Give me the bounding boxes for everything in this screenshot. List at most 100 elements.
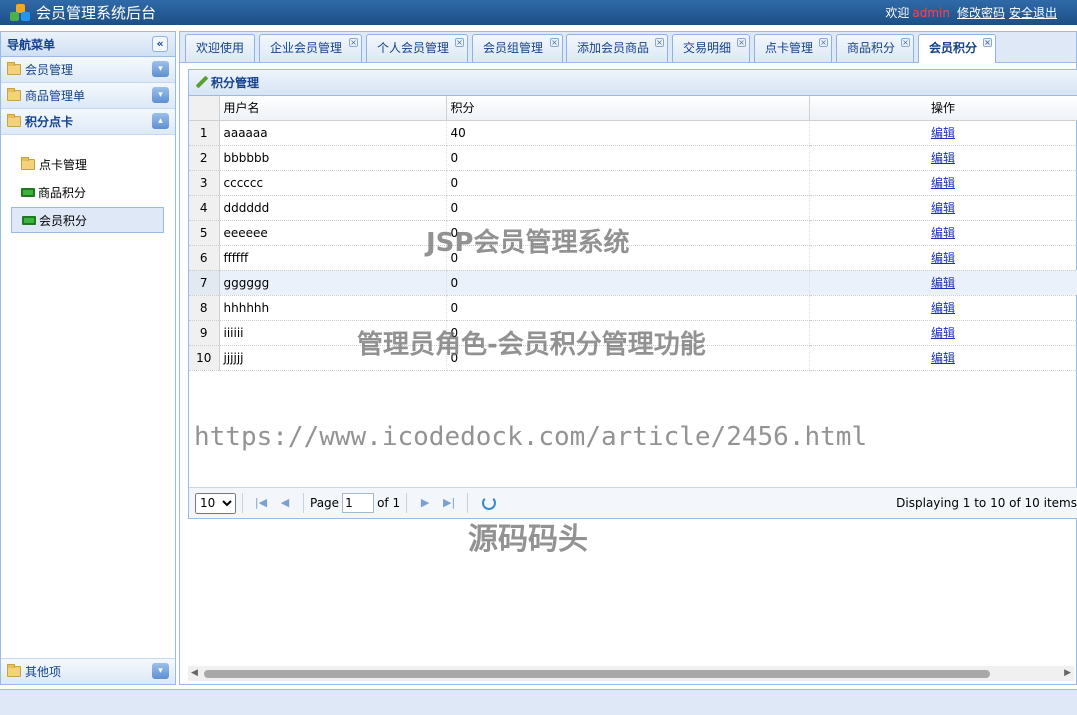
row-number-header — [189, 96, 220, 121]
table-row[interactable]: 6 ffffff 0 编辑 — [189, 245, 1077, 271]
nav-section-label: 其他项 — [25, 665, 62, 679]
nav-section-product-management[interactable]: 商品管理单 ▾ — [1, 83, 175, 109]
panel-title: 积分管理 — [189, 70, 1077, 96]
scrollbar-thumb[interactable] — [204, 670, 990, 678]
display-info: Displaying 1 to 10 of 10 items — [896, 496, 1077, 510]
nav-section-member-management[interactable]: 会员管理 ▾ — [1, 57, 175, 83]
collapse-nav-icon[interactable]: « — [152, 36, 168, 52]
row-number: 8 — [189, 295, 220, 321]
tab-label: 商品积分 — [847, 41, 896, 55]
action-cell: 编辑 — [809, 295, 1077, 321]
first-page-icon[interactable]: |◀ — [253, 495, 269, 511]
sidebar-item-label: 商品积分 — [38, 185, 87, 200]
table-row[interactable]: 7 gggggg 0 编辑 — [189, 270, 1077, 296]
edit-link[interactable]: 编辑 — [931, 276, 955, 290]
tab-product-points[interactable]: 商品积分 × — [836, 34, 914, 62]
tab-add-member-product[interactable]: 添加会员商品 × — [566, 34, 668, 62]
row-number: 6 — [189, 245, 220, 271]
row-number: 1 — [189, 120, 220, 146]
expand-icon[interactable]: ▾ — [152, 61, 169, 77]
folder-icon — [7, 62, 21, 75]
points-cell: 0 — [446, 270, 810, 296]
tab-card-management[interactable]: 点卡管理 × — [754, 34, 832, 62]
watermark-subtitle: 管理员角色-会员积分管理功能 — [357, 330, 706, 360]
column-header-username[interactable]: 用户名 — [219, 96, 447, 121]
page-size-select[interactable]: 10 — [195, 492, 236, 514]
status-bar — [0, 689, 1077, 715]
edit-link[interactable]: 编辑 — [931, 301, 955, 315]
close-tab-icon[interactable]: × — [655, 38, 664, 47]
expand-icon[interactable]: ▾ — [152, 87, 169, 103]
tab-member-points[interactable]: 会员积分 × — [918, 34, 996, 63]
username-text: admin — [912, 6, 950, 20]
close-tab-icon[interactable]: × — [550, 38, 559, 47]
column-header-points[interactable]: 积分 — [446, 96, 810, 121]
card-icon — [22, 215, 36, 225]
row-number: 5 — [189, 220, 220, 246]
refresh-icon[interactable] — [482, 496, 497, 510]
nav-section-points-cards[interactable]: 积分点卡 ▴ — [1, 109, 175, 135]
close-tab-icon[interactable]: × — [901, 38, 910, 47]
scroll-right-icon[interactable]: ▶ — [1064, 668, 1071, 678]
edit-link[interactable]: 编辑 — [931, 351, 955, 365]
table-row[interactable]: 4 dddddd 0 编辑 — [189, 195, 1077, 221]
close-tab-icon[interactable]: × — [983, 38, 992, 47]
table-row[interactable]: 8 hhhhhh 0 编辑 — [189, 295, 1077, 321]
edit-link[interactable]: 编辑 — [931, 126, 955, 140]
action-cell: 编辑 — [809, 345, 1077, 371]
close-tab-icon[interactable]: × — [349, 38, 358, 47]
edit-link[interactable]: 编辑 — [931, 201, 955, 215]
separator — [242, 493, 243, 513]
edit-link[interactable]: 编辑 — [931, 251, 955, 265]
edit-link[interactable]: 编辑 — [931, 326, 955, 340]
expand-icon[interactable]: ▾ — [152, 663, 169, 679]
sidebar-item-product-points[interactable]: 商品积分 — [11, 179, 164, 205]
sidebar-item-label: 点卡管理 — [39, 157, 88, 172]
close-tab-icon[interactable]: × — [737, 38, 746, 47]
scroll-left-icon[interactable]: ◀ — [191, 668, 198, 678]
table-row[interactable]: 1 aaaaaa 40 编辑 — [189, 120, 1077, 146]
table-row[interactable]: 3 cccccc 0 编辑 — [189, 170, 1077, 196]
tab-welcome[interactable]: 欢迎使用 — [185, 34, 255, 62]
app-logo-icon — [10, 3, 32, 22]
tab-transactions[interactable]: 交易明细 × — [672, 34, 750, 62]
tab-label: 个人会员管理 — [377, 41, 450, 55]
logout-link[interactable]: 安全退出 — [1009, 6, 1057, 20]
app-title: 会员管理系统后台 — [36, 4, 157, 22]
close-tab-icon[interactable]: × — [455, 38, 464, 47]
change-password-link[interactable]: 修改密码 — [957, 6, 1005, 20]
table-row[interactable]: 2 bbbbbb 0 编辑 — [189, 145, 1077, 171]
horizontal-scrollbar[interactable]: ◀ ▶ — [188, 666, 1074, 681]
sidebar-item-card-management[interactable]: 点卡管理 — [11, 151, 164, 177]
nav-section-other[interactable]: 其他项 ▾ — [1, 658, 175, 684]
action-cell: 编辑 — [809, 220, 1077, 246]
row-number: 3 — [189, 170, 220, 196]
page-number-input[interactable] — [342, 493, 375, 513]
tab-enterprise-members[interactable]: 企业会员管理 × — [259, 34, 362, 62]
edit-link[interactable]: 编辑 — [931, 176, 955, 190]
points-cell: 40 — [446, 120, 810, 146]
username-cell: eeeeee — [219, 220, 447, 246]
tab-label: 点卡管理 — [765, 41, 814, 55]
sidebar-item-member-points[interactable]: 会员积分 — [11, 207, 164, 233]
username-cell: ffffff — [219, 245, 447, 271]
edit-link[interactable]: 编辑 — [931, 151, 955, 165]
next-page-icon[interactable]: ▶ — [417, 495, 433, 511]
collapse-icon[interactable]: ▴ — [152, 113, 169, 129]
separator — [303, 493, 304, 513]
tab-individual-members[interactable]: 个人会员管理 × — [366, 34, 468, 62]
points-cell: 0 — [446, 195, 810, 221]
table-row[interactable]: 5 eeeeee 0 编辑 — [189, 220, 1077, 246]
points-cell: 0 — [446, 170, 810, 196]
edit-link[interactable]: 编辑 — [931, 226, 955, 240]
nav-header: 导航菜单 « — [1, 32, 175, 57]
nav-header-title: 导航菜单 — [7, 37, 56, 52]
prev-page-icon[interactable]: ◀ — [277, 495, 293, 511]
column-header-action: 操作 — [809, 96, 1077, 121]
tab-label: 会员积分 — [929, 41, 978, 55]
action-cell: 编辑 — [809, 320, 1077, 346]
username-cell: bbbbbb — [219, 145, 447, 171]
tab-member-groups[interactable]: 会员组管理 × — [472, 34, 563, 62]
close-tab-icon[interactable]: × — [819, 38, 828, 47]
last-page-icon[interactable]: ▶| — [441, 495, 457, 511]
